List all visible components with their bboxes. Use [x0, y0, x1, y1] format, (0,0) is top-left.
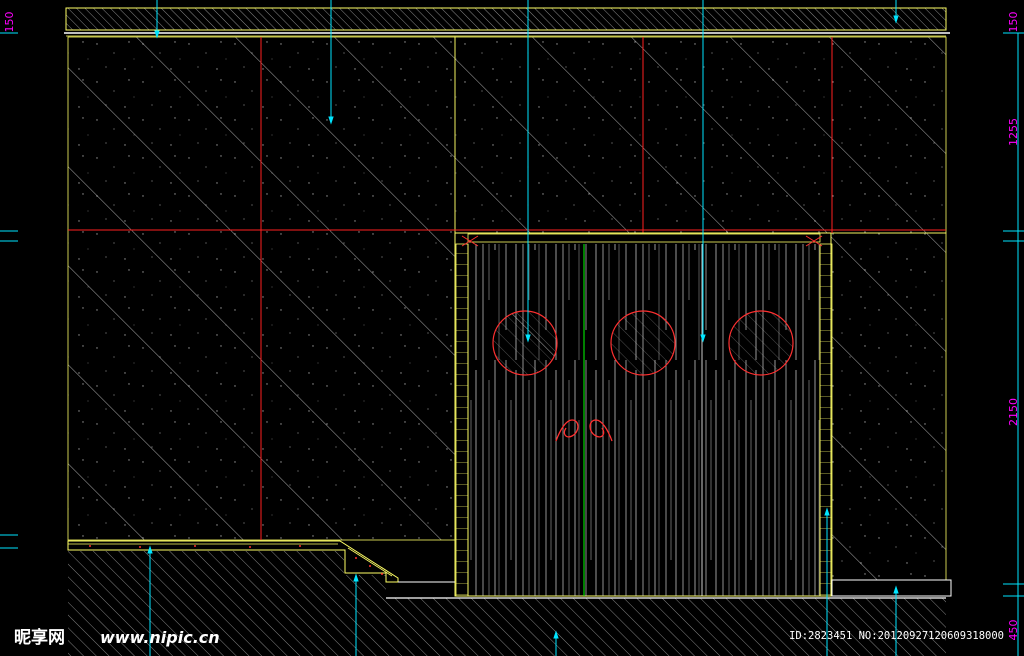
- watermark-url: www.nipic.cn: [100, 628, 220, 647]
- dimension-label-left-150: 150: [3, 12, 16, 33]
- dimension-label-right-450: 450: [1007, 620, 1020, 641]
- watermark-id: ID:2823451 NO:20120927120609318000: [789, 630, 1004, 642]
- cad-elevation-drawing: 150 150 1255 2150 450 昵享网 www.nipic.cn I…: [0, 0, 1024, 656]
- dimension-label-right-1255: 1255: [1007, 118, 1020, 146]
- ceiling-band: [64, 7, 950, 37]
- watermark-logo: 昵享网: [14, 627, 65, 648]
- dimension-label-right-2150: 2150: [1007, 398, 1020, 426]
- dimension-label-right-150: 150: [1007, 12, 1020, 33]
- double-door: [454, 232, 833, 597]
